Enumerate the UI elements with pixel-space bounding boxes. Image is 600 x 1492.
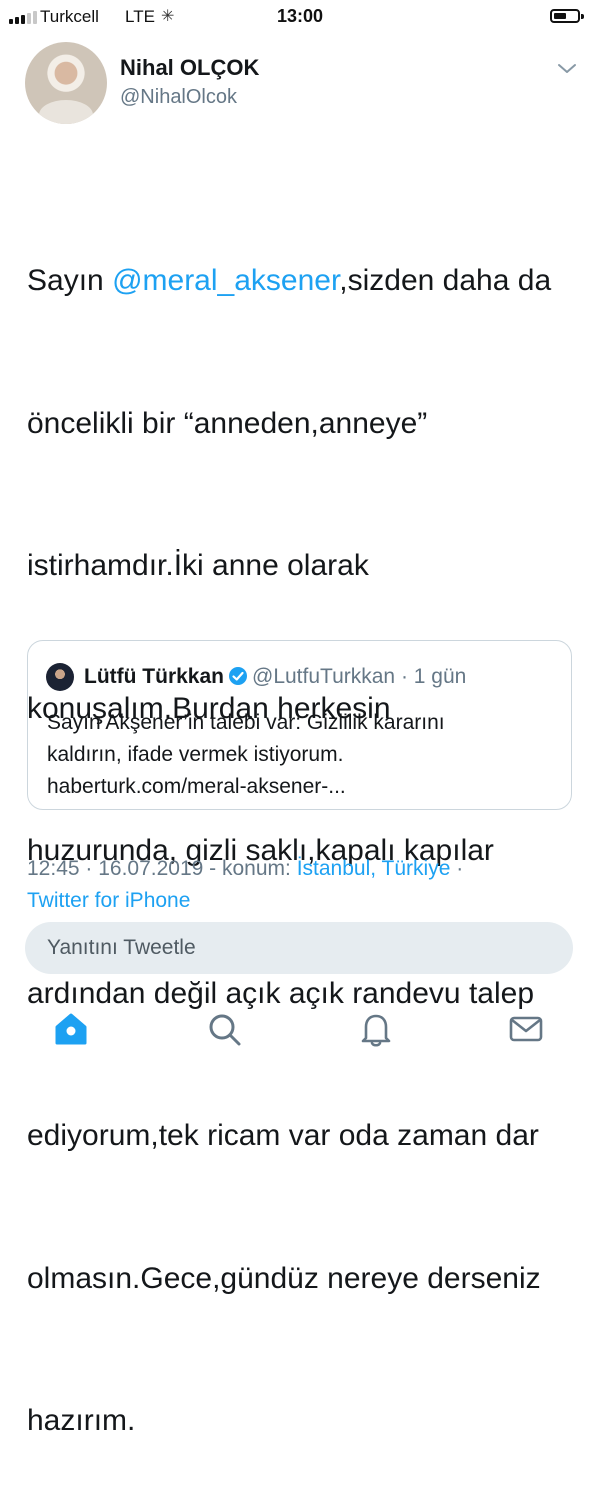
tweet-line: ediyorum,tek ricam var oda zaman dar: [27, 1119, 539, 1152]
status-bar: Turkcell LTE ✳ 13:00: [0, 0, 600, 34]
source-link[interactable]: Twitter for iPhone: [27, 889, 190, 912]
verified-badge-icon: [229, 667, 247, 685]
quoted-author-avatar: [46, 663, 74, 691]
quoted-author-name: Lütfü Türkkan: [84, 665, 224, 688]
tweet-text: Sayın @meral_aksener,sizden daha da önce…: [27, 162, 587, 1492]
tweet-text-segment: ,sizden daha da: [339, 264, 552, 297]
quoted-tweet-card[interactable]: Lütfü Türkkan @LutfuTurkkan · 1 gün Sayın…: [27, 640, 572, 810]
search-icon[interactable]: [205, 1010, 243, 1048]
chevron-down-icon[interactable]: [556, 60, 578, 76]
tweet-line: Sayın @meral_aksener,sizden daha da: [27, 257, 587, 305]
quoted-tweet-text: Sayın Akşener’in talebi var: Gizlilik ka…: [47, 707, 557, 803]
author-avatar[interactable]: [25, 42, 107, 124]
quoted-tweet-header: Lütfü Türkkan @LutfuTurkkan · 1 gün: [84, 665, 466, 689]
home-icon[interactable]: [52, 1010, 90, 1048]
mention-link[interactable]: @meral_aksener: [112, 264, 339, 297]
tweet-line: olmasın.Gece,gündüz nereye derseniz: [27, 1261, 541, 1295]
author-name[interactable]: Nihal OLÇOK: [120, 55, 259, 81]
location-link[interactable]: İstanbul, Türkiye: [297, 857, 451, 880]
notifications-icon[interactable]: [357, 1010, 395, 1048]
tweet-line: hazırım.: [27, 1404, 136, 1437]
tweet-text-segment: Sayın: [27, 264, 113, 297]
tweet-timestamp: 12:45 · 16.07.2019 - konum:: [27, 857, 297, 880]
tweet-line: öncelikli bir “anneden,anneye”: [27, 406, 428, 440]
author-handle[interactable]: @NihalOlcok: [120, 86, 237, 109]
quoted-link[interactable]: haberturk.com/meral-aksener-...: [47, 771, 557, 803]
messages-icon[interactable]: [507, 1010, 545, 1048]
quoted-author-handle: @LutfuTurkkan: [252, 665, 396, 688]
quoted-text-line: Sayın Akşener’in talebi var: Gizlilik ka…: [47, 711, 445, 734]
clock: 13:00: [276, 6, 324, 26]
meta-separator: ·: [450, 857, 464, 880]
tab-bar: [0, 1000, 600, 1067]
reply-input[interactable]: Yanıtını Tweetle: [25, 922, 573, 974]
battery-icon: [550, 9, 584, 23]
quoted-text-line: kaldırın, ifade vermek istiyorum.: [47, 743, 344, 766]
quoted-tweet-age: · 1 gün: [400, 665, 467, 688]
tweet-line: istirhamdır.İki anne olarak: [27, 549, 369, 582]
tweet-meta: 12:45 · 16.07.2019 - konum: İstanbul, Tü…: [27, 853, 587, 917]
